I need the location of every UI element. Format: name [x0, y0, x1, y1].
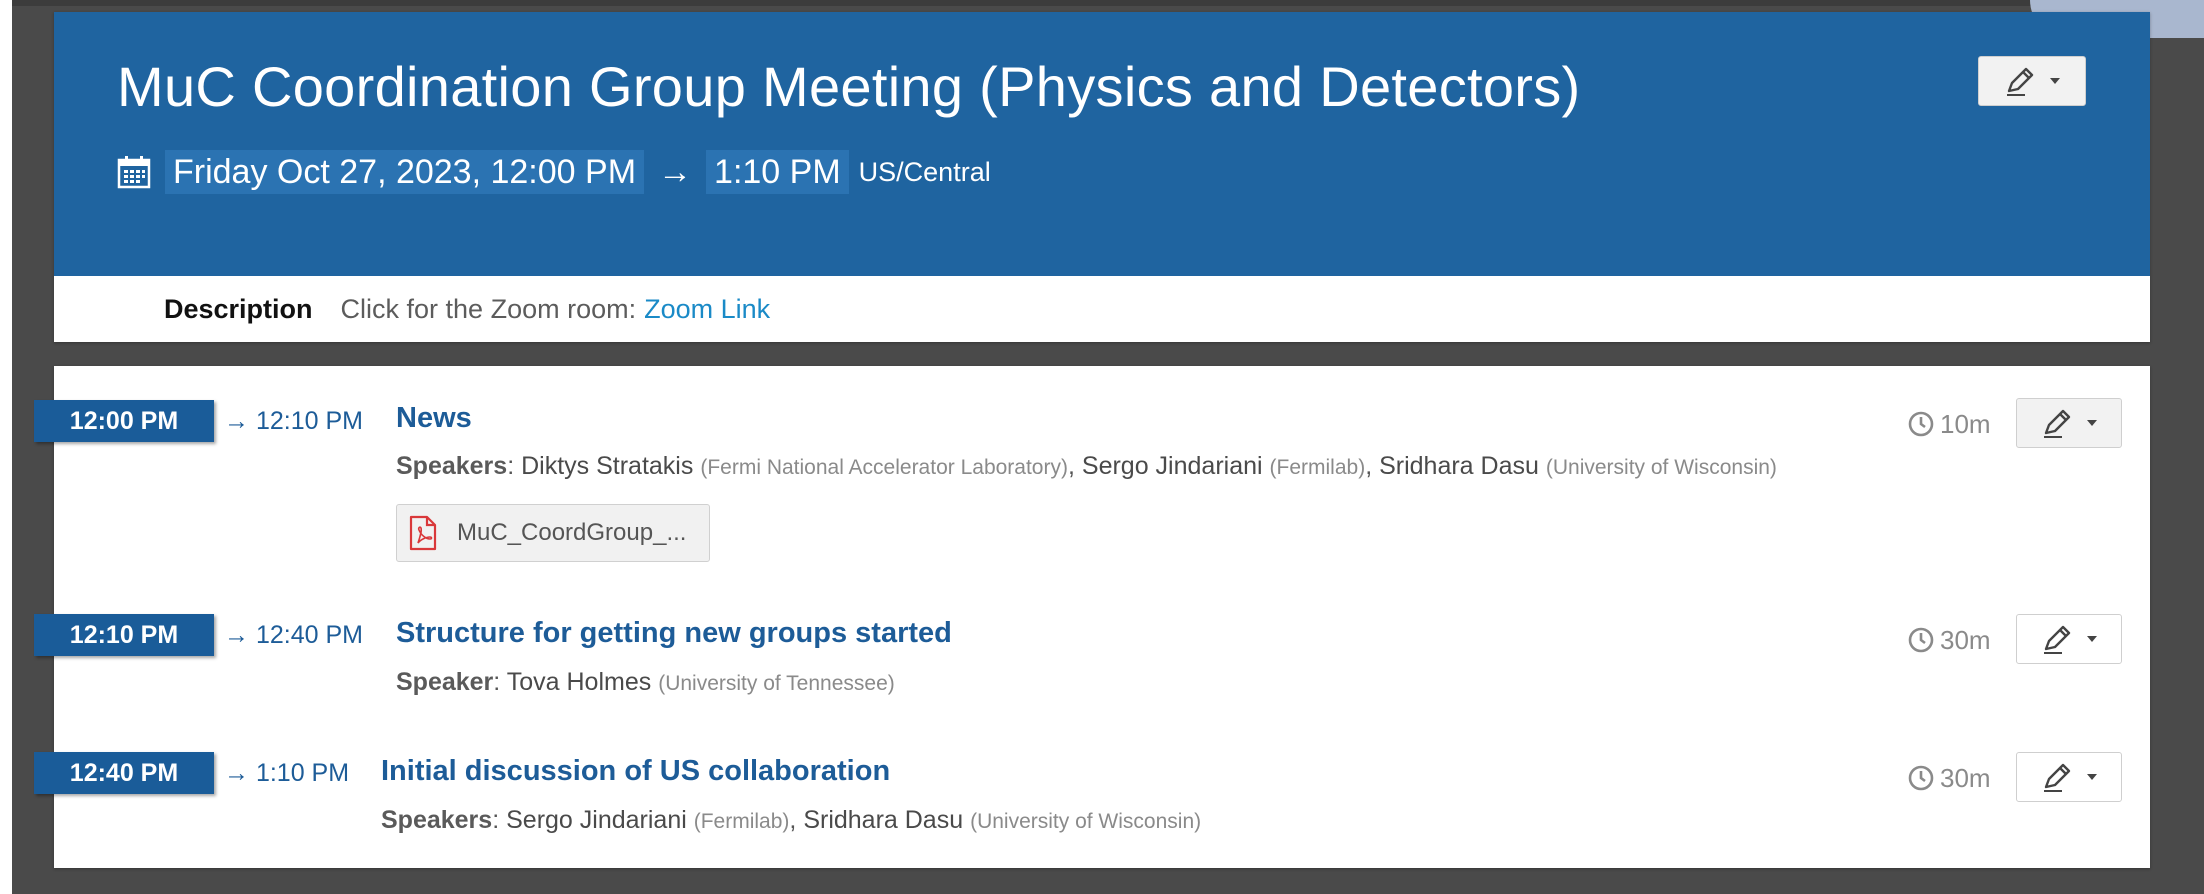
contribution-title[interactable]: News [396, 402, 472, 435]
speaker-name: Diktys Stratakis [521, 452, 694, 480]
date-arrow: → [658, 152, 693, 191]
contribution-title[interactable]: Initial discussion of US collaboration [381, 755, 890, 788]
event-panel: MuC Coordination Group Meeting (Physics … [54, 12, 2150, 342]
speakers-line: Speaker: Tova Holmes (University of Tenn… [396, 668, 895, 696]
pencil-icon [2007, 67, 2034, 96]
duration: 30m [1908, 620, 1991, 660]
pdf-file-icon [409, 515, 437, 551]
speaker-affiliation: (University of Tennessee) [658, 672, 895, 695]
pencil-icon [2044, 409, 2071, 438]
event-timezone: US/Central [858, 156, 991, 187]
speaker-affiliation: (Fermilab) [1269, 456, 1366, 479]
attachment-name: MuC_CoordGroup_... [457, 519, 687, 546]
event-date-row: Friday Oct 27, 2023, 12:00 PM → 1:10 PM … [117, 150, 991, 194]
speakers-label: Speakers [381, 806, 493, 834]
caret-down-icon [2087, 636, 2097, 642]
zoom-link[interactable]: Zoom Link [644, 294, 770, 325]
speaker-name: Tova Holmes [506, 668, 652, 696]
pencil-icon [2044, 625, 2071, 654]
end-time: → 12:40 PM [224, 620, 363, 649]
speaker-name: Sridhara Dasu [803, 806, 964, 834]
caret-down-icon [2087, 420, 2097, 426]
speaker-name: Sergo Jindariani [1081, 452, 1263, 480]
end-time: → 12:10 PM [224, 406, 363, 435]
event-edit-button[interactable] [1978, 56, 2086, 106]
speaker-affiliation: (University of Wisconsin) [1545, 456, 1777, 479]
start-time-badge: 12:10 PM [34, 614, 214, 656]
contribution-edit-button[interactable] [2016, 752, 2122, 802]
description-text: Click for the Zoom room: [340, 293, 637, 324]
timetable-panel [54, 366, 2150, 868]
speakers-label: Speakers [396, 452, 508, 480]
event-header: MuC Coordination Group Meeting (Physics … [54, 12, 2150, 276]
start-time-badge: 12:00 PM [34, 400, 214, 442]
duration: 10m [1908, 404, 1991, 444]
clock-icon [1908, 627, 1934, 653]
contribution-edit-button[interactable] [2016, 398, 2122, 448]
speaker-affiliation: (University of Wisconsin) [970, 810, 1202, 833]
pencil-icon [2044, 763, 2071, 792]
speaker-affiliation: (Fermi National Accelerator Laboratory) [700, 456, 1068, 479]
top-edge [12, 0, 2204, 6]
clock-icon [1908, 411, 1934, 437]
contribution-title[interactable]: Structure for getting new groups started [396, 617, 952, 650]
contribution-edit-button[interactable] [2016, 614, 2122, 664]
speaker-name: Sridhara Dasu [1379, 452, 1539, 480]
description-label: Description [164, 293, 313, 324]
attachment-button[interactable]: MuC_CoordGroup_... [396, 504, 710, 562]
clock-icon [1908, 765, 1934, 791]
start-time-badge: 12:40 PM [34, 752, 214, 794]
speakers-line: Speakers: Sergo Jindariani (Fermilab), S… [381, 806, 1202, 834]
left-edge [0, 0, 12, 894]
speakers-line: Speakers: Diktys Stratakis (Fermi Nation… [396, 452, 1777, 480]
duration-text: 10m [1940, 408, 1991, 439]
event-description: Description Click for the Zoom room: Zoo… [164, 286, 770, 332]
duration: 30m [1908, 758, 1991, 798]
calendar-icon [117, 156, 151, 189]
speaker-name: Sergo Jindariani [506, 806, 687, 834]
event-start-date: Friday Oct 27, 2023, 12:00 PM [165, 150, 645, 194]
speaker-affiliation: (Fermilab) [693, 810, 790, 833]
end-time: → 1:10 PM [224, 758, 350, 787]
caret-down-icon [2050, 78, 2060, 84]
speakers-label: Speaker [396, 668, 494, 696]
duration-text: 30m [1940, 762, 1991, 793]
duration-text: 30m [1940, 624, 1991, 655]
caret-down-icon [2087, 774, 2097, 780]
event-title: MuC Coordination Group Meeting (Physics … [117, 55, 1581, 118]
event-end-time: 1:10 PM [706, 150, 849, 194]
